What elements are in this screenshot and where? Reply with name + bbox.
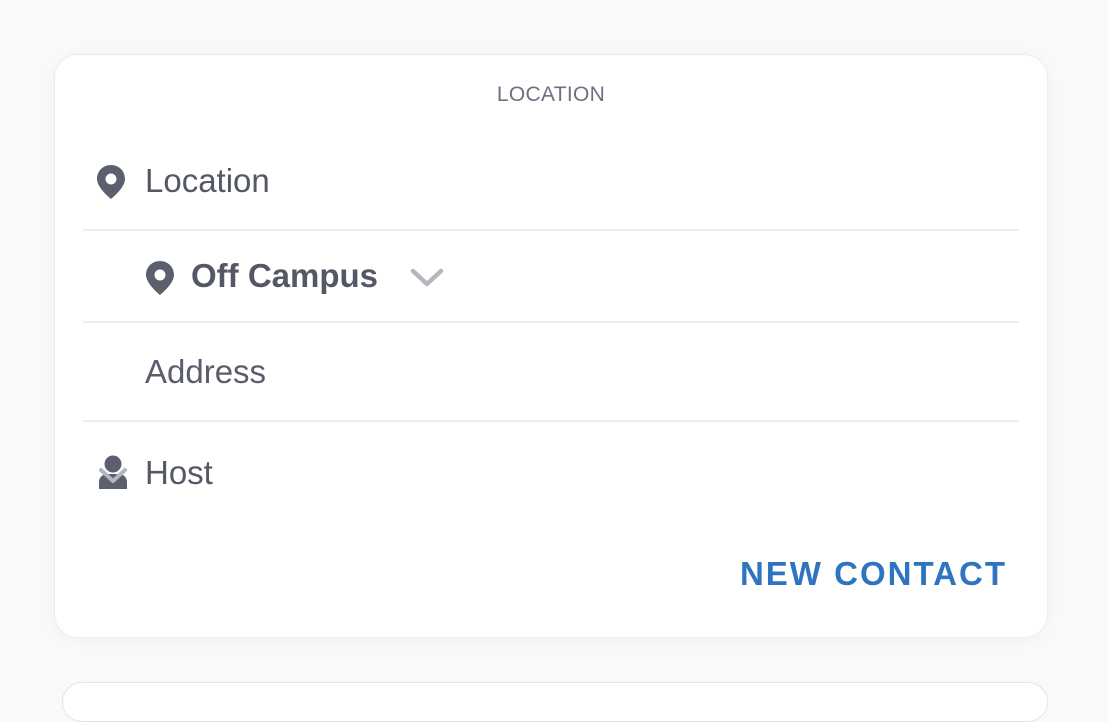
location-label: Location	[145, 162, 270, 199]
campus-value: Off Campus	[191, 257, 379, 294]
address-input[interactable]	[145, 347, 1005, 397]
host-label: Host	[145, 454, 213, 491]
location-card: LOCATION Location Off Campus Host	[54, 54, 1048, 638]
location-row: Location	[83, 143, 1019, 231]
next-card	[62, 682, 1048, 722]
chevron-down-icon	[410, 268, 444, 287]
map-pin-icon	[146, 261, 174, 295]
chevron-down-icon	[99, 468, 127, 483]
host-row: Host	[83, 422, 1019, 522]
address-row	[83, 323, 1019, 422]
host-select[interactable]: Host	[83, 422, 1019, 522]
campus-select[interactable]: Off Campus	[145, 255, 455, 303]
campus-row: Off Campus	[83, 231, 1019, 323]
section-title: LOCATION	[496, 83, 606, 106]
map-pin-icon	[97, 165, 125, 199]
new-contact-button[interactable]: NEW CONTACT	[740, 555, 1007, 593]
